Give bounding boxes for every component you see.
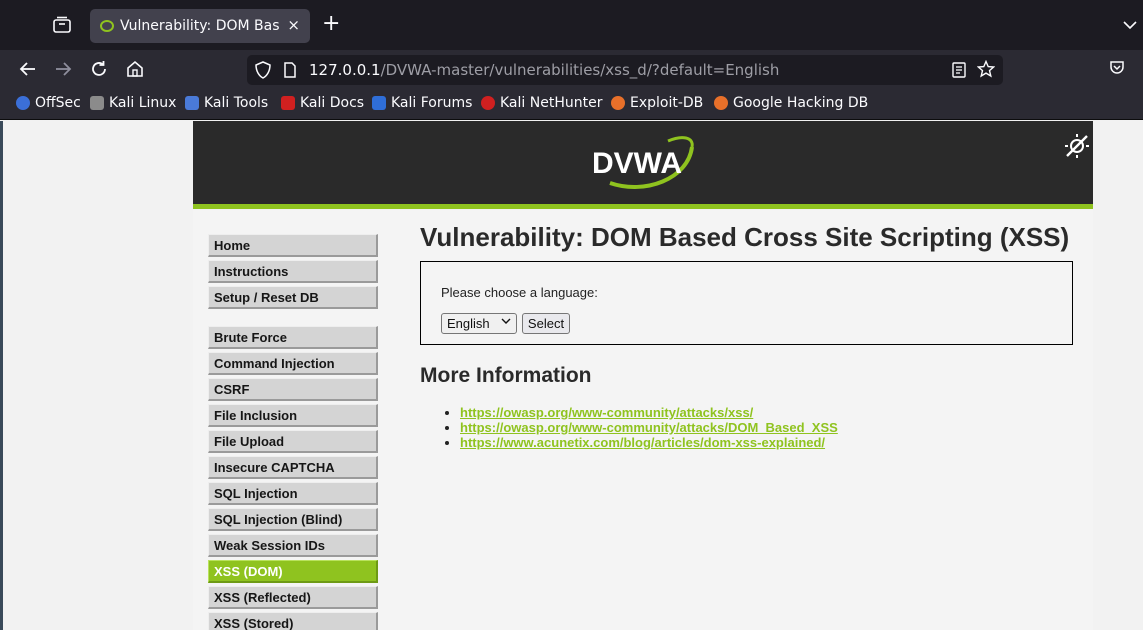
kali-forums-icon: [372, 96, 386, 110]
back-arrow-icon[interactable]: [17, 58, 39, 80]
offsec-icon: [16, 96, 30, 110]
menu-item-brute-force[interactable]: Brute Force: [208, 326, 378, 349]
language-prompt: Please choose a language:: [441, 285, 598, 300]
kali-tools-icon: [185, 96, 199, 110]
tab-title: Vulnerability: DOM Based Cross Site Scri…: [120, 18, 280, 34]
link-owasp-xss[interactable]: https://owasp.org/www-community/attacks/…: [460, 405, 753, 420]
dvwa-logo[interactable]: DVWA: [590, 131, 700, 193]
shield-icon[interactable]: [255, 61, 271, 83]
menu-item-home[interactable]: Home: [208, 234, 378, 257]
dvwa-header: DVWA: [193, 121, 1093, 204]
close-tab-icon[interactable]: ×: [287, 16, 300, 34]
exploit-db-icon: [611, 96, 625, 110]
list-item: https://www.acunetix.com/blog/articles/d…: [460, 435, 1080, 450]
tab-bar: Vulnerability: DOM Based Cross Site Scri…: [0, 0, 1143, 50]
reference-links: https://owasp.org/www-community/attacks/…: [420, 405, 1080, 450]
browser-tab-active[interactable]: Vulnerability: DOM Based Cross Site Scri…: [90, 9, 310, 43]
menu-item-file-inclusion[interactable]: File Inclusion: [208, 404, 378, 427]
menu-item-insecure-captcha[interactable]: Insecure CAPTCHA: [208, 456, 378, 479]
page-title: Vulnerability: DOM Based Cross Site Scri…: [420, 222, 1070, 252]
link-acunetix-dom-xss[interactable]: https://www.acunetix.com/blog/articles/d…: [460, 435, 825, 450]
menu-item-weak-session-ids[interactable]: Weak Session IDs: [208, 534, 378, 557]
reload-icon[interactable]: [88, 58, 110, 80]
menu-item-xss-dom[interactable]: XSS (DOM): [208, 560, 378, 583]
bookmark-kali-nethunter[interactable]: Kali NetHunter: [481, 95, 602, 111]
kali-docs-icon: [281, 96, 295, 110]
menu-item-csrf[interactable]: CSRF: [208, 378, 378, 401]
bookmark-kali-forums[interactable]: Kali Forums: [372, 95, 472, 111]
chevron-down-icon: [501, 316, 511, 329]
bookmark-star-icon[interactable]: [976, 59, 996, 82]
sidebar-menu: Home Instructions Setup / Reset DB Brute…: [208, 234, 378, 630]
forward-arrow-icon[interactable]: [52, 58, 74, 80]
menu-item-xss-reflected[interactable]: XSS (Reflected): [208, 586, 378, 609]
bookmark-kali-tools[interactable]: Kali Tools: [185, 95, 268, 111]
bookmark-kali-docs[interactable]: Kali Docs: [281, 95, 364, 111]
kali-dragon-icon: [90, 96, 104, 110]
home-icon[interactable]: [124, 58, 146, 80]
kali-nethunter-icon: [481, 96, 495, 110]
vulnerable-code-area: Please choose a language: English Select: [420, 261, 1073, 345]
new-tab-button[interactable]: +: [322, 12, 340, 36]
google-hacking-db-icon: [714, 96, 728, 110]
link-owasp-dom-based-xss[interactable]: https://owasp.org/www-community/attacks/…: [460, 420, 838, 435]
url-host: 127.0.0.1: [309, 61, 381, 79]
window-edge: [0, 121, 3, 630]
bookmark-kali-linux[interactable]: Kali Linux: [90, 95, 176, 111]
menu-item-file-upload[interactable]: File Upload: [208, 430, 378, 453]
list-item: https://owasp.org/www-community/attacks/…: [460, 405, 1080, 420]
dvwa-page: DVWA Home Instructions Setup / Reset DB …: [193, 121, 1093, 630]
select-button[interactable]: Select: [522, 313, 570, 334]
address-bar[interactable]: 127.0.0.1/DVWA-master/vulnerabilities/xs…: [247, 55, 1003, 85]
url-text[interactable]: 127.0.0.1/DVWA-master/vulnerabilities/xs…: [309, 61, 779, 79]
main-content: Vulnerability: DOM Based Cross Site Scri…: [420, 221, 1080, 450]
bookmark-offsec[interactable]: OffSec: [16, 95, 81, 111]
pocket-icon[interactable]: [1109, 60, 1125, 80]
language-select[interactable]: English: [441, 313, 517, 334]
bookmark-exploit-db[interactable]: Exploit-DB: [611, 95, 703, 111]
tab-list-icon[interactable]: [52, 16, 72, 34]
chevron-down-icon[interactable]: [1123, 15, 1137, 34]
menu-separator: [208, 312, 378, 326]
theme-toggle-icon[interactable]: [1063, 132, 1091, 164]
menu-item-xss-stored[interactable]: XSS (Stored): [208, 612, 378, 630]
page-info-icon[interactable]: [283, 62, 297, 82]
menu-item-sql-injection-blind[interactable]: SQL Injection (Blind): [208, 508, 378, 531]
navigation-toolbar: 127.0.0.1/DVWA-master/vulnerabilities/xs…: [0, 50, 1143, 89]
url-path: /DVWA-master/vulnerabilities/xss_d/?defa…: [380, 61, 780, 79]
logo-text: DVWA: [592, 147, 682, 180]
reader-view-icon[interactable]: [951, 62, 967, 82]
list-item: https://owasp.org/www-community/attacks/…: [460, 420, 1080, 435]
menu-item-setup-reset-db[interactable]: Setup / Reset DB: [208, 286, 378, 309]
bookmarks-toolbar: OffSec Kali Linux Kali Tools Kali Docs K…: [0, 89, 1143, 120]
more-information-heading: More Information: [420, 364, 592, 387]
menu-item-instructions[interactable]: Instructions: [208, 260, 378, 283]
bookmark-google-hacking-db[interactable]: Google Hacking DB: [714, 95, 868, 111]
language-select-value: English: [447, 316, 490, 331]
menu-item-sql-injection[interactable]: SQL Injection: [208, 482, 378, 505]
header-accent-bar: [193, 204, 1093, 209]
dvwa-favicon-icon: [100, 20, 114, 32]
menu-item-command-injection[interactable]: Command Injection: [208, 352, 378, 375]
